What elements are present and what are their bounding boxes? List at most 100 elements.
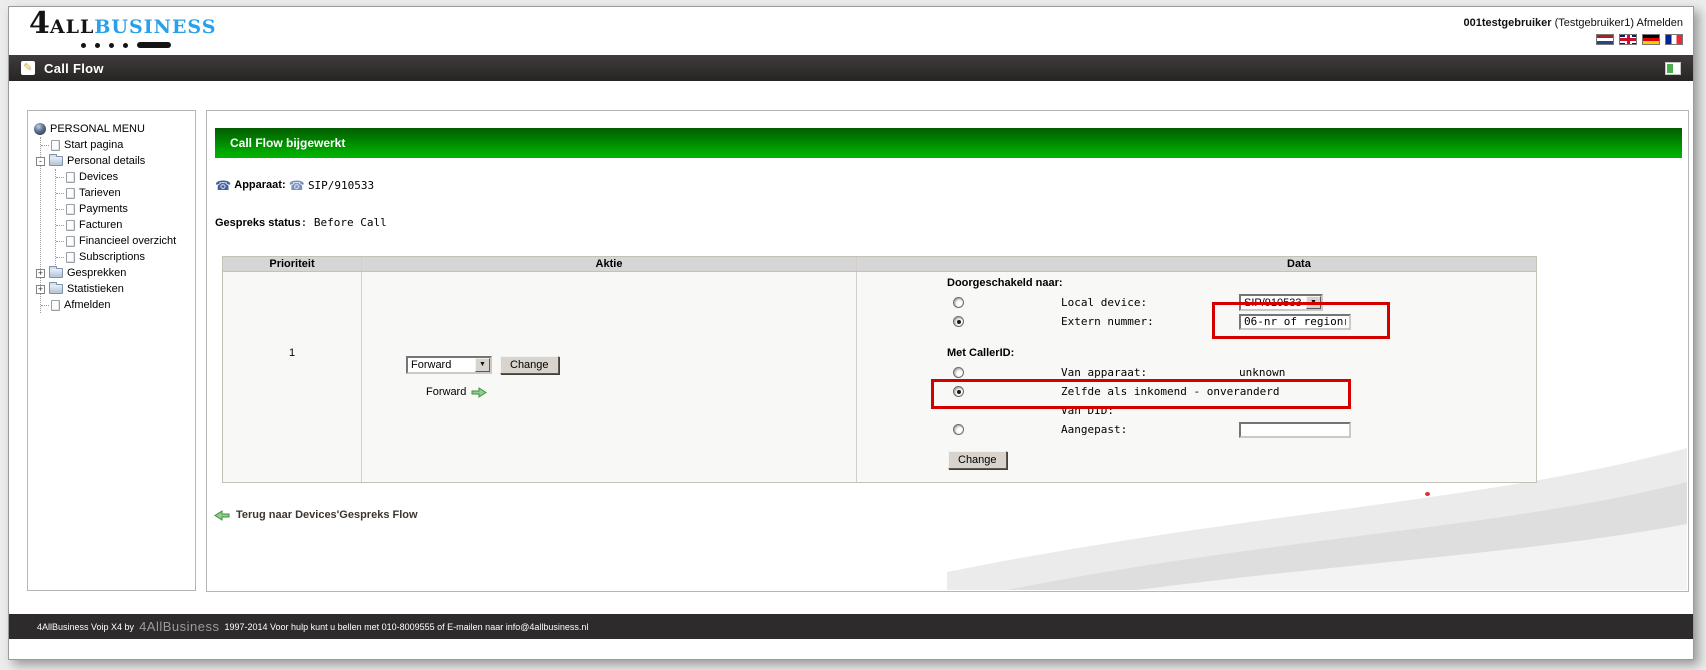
data-cell: Doorgeschakeld naar: Local device: SIP/9… [856, 272, 1536, 482]
custom-callerid-input[interactable] [1239, 422, 1351, 438]
logo-dot-icon [95, 43, 100, 48]
tree-connector [56, 193, 64, 194]
collapse-expander-icon[interactable] [36, 285, 45, 294]
page-icon [66, 204, 75, 215]
page-icon [51, 300, 60, 311]
tree-connector [56, 225, 64, 226]
custom-label: Aangepast: [1061, 423, 1239, 436]
sidebar-item-label[interactable]: Personal details [67, 155, 145, 167]
logo-wordmark: 4ALLBUSINESS [29, 9, 216, 39]
chevron-down-icon[interactable]: ▼ [1306, 296, 1321, 309]
action-select[interactable]: Forward ▼ [406, 356, 492, 374]
logout-link[interactable]: Afmelden [1637, 17, 1683, 29]
action-change-button[interactable]: Change [500, 356, 559, 374]
sidebar-item-tarieven[interactable]: Tarieven [56, 185, 195, 201]
logo-morse-decoration [81, 42, 216, 48]
sidebar-item-label[interactable]: Payments [79, 203, 128, 215]
page-icon [66, 188, 75, 199]
language-switcher [1596, 34, 1683, 45]
flag-gb-icon[interactable] [1619, 34, 1637, 45]
sidebar-item-label[interactable]: Subscriptions [79, 251, 145, 263]
content-area: PERSONAL MENU Start pagina Personal deta… [9, 81, 1693, 614]
local-device-select[interactable]: SIP/910533 ▼ [1239, 294, 1323, 311]
annotation-red-dot [1425, 492, 1430, 496]
green-arrow-left-icon [214, 510, 230, 521]
sidebar-item-label[interactable]: Statistieken [67, 283, 124, 295]
sidebar-item-start-pagina[interactable]: Start pagina [41, 137, 195, 153]
page-icon [66, 220, 75, 231]
chevron-down-icon[interactable]: ▼ [475, 358, 490, 372]
extern-number-label: Extern nummer: [1061, 315, 1239, 328]
success-banner: Call Flow bijgewerkt [215, 128, 1682, 158]
sidebar-item-personal-details[interactable]: Personal details [41, 153, 195, 169]
logo-dot-icon [81, 43, 86, 48]
from-device-radio[interactable] [953, 367, 964, 378]
priority-cell: 1 [223, 272, 361, 482]
logo-dot-icon [109, 43, 114, 48]
action-controls: Forward ▼ Change [406, 356, 900, 374]
device-value: SIP/910533 [308, 179, 374, 192]
extern-number-radio[interactable] [953, 316, 964, 327]
status-label: Gespreks status [215, 217, 301, 229]
sidebar-item-devices[interactable]: Devices [56, 169, 195, 185]
call-status-row: Gespreks status: Before Call [215, 216, 387, 229]
sidebar-item-label[interactable]: Afmelden [64, 299, 110, 311]
sidebar-item-financieel-overzicht[interactable]: Financieel overzicht [56, 233, 195, 249]
from-device-value: unknown [1239, 366, 1536, 379]
form-change-button[interactable]: Change [948, 451, 1007, 469]
action-flow-label[interactable]: Forward [426, 386, 466, 398]
local-device-label: Local device: [1061, 296, 1239, 309]
callerid-heading: Met CallerID: [947, 344, 1536, 363]
sidebar-item-personal-menu: PERSONAL MENU [34, 121, 195, 137]
sidebar-item-label[interactable]: Tarieven [79, 187, 121, 199]
company-logo: 4ALLBUSINESS [29, 9, 216, 48]
flag-de-icon[interactable] [1642, 34, 1660, 45]
sidebar-item-subscriptions[interactable]: Subscriptions [56, 249, 195, 265]
page-icon [66, 236, 75, 247]
back-to-devices-link[interactable]: Terug naar Devices'Gespreks Flow [214, 509, 418, 521]
status-value: : Before Call [301, 216, 387, 229]
page-icon [51, 140, 60, 151]
sidebar-item-label[interactable]: Facturen [79, 219, 122, 231]
column-header-prioriteit: Prioriteit [223, 257, 361, 271]
sidebar-item-facturen[interactable]: Facturen [56, 217, 195, 233]
tree-connector [41, 145, 49, 146]
sidebar-item-label[interactable]: Financieel overzicht [79, 235, 176, 247]
from-did-row: Van DID: [947, 401, 1536, 420]
forward-to-heading: Doorgeschakeld naar: [947, 274, 1536, 293]
phone-icon: ☎ [215, 179, 231, 192]
account-name: (Testgebruiker1) [1555, 17, 1634, 29]
flag-fr-icon[interactable] [1665, 34, 1683, 45]
from-did-label: Van DID: [1061, 404, 1239, 417]
flag-nl-icon[interactable] [1596, 34, 1614, 45]
panel-toggle-green [1667, 64, 1673, 73]
sidebar-item-statistieken[interactable]: Statistieken [41, 281, 195, 297]
sidebar-item-payments[interactable]: Payments [56, 201, 195, 217]
same-as-incoming-radio[interactable] [953, 386, 964, 397]
back-link-label[interactable]: Terug naar Devices'Gespreks Flow [236, 509, 418, 521]
top-header: 4ALLBUSINESS 001testgebruiker (Testgebru… [9, 7, 1693, 55]
tree-connector [56, 257, 64, 258]
sidebar-item-label[interactable]: Gesprekken [67, 267, 126, 279]
collapse-expander-icon[interactable] [36, 157, 45, 166]
device-row: ☎ Apparaat: ☎ SIP/910533 [215, 177, 374, 193]
sidebar-item-gesprekken[interactable]: Gesprekken [41, 265, 195, 281]
custom-row: Aangepast: [947, 420, 1536, 439]
username: 001testgebruiker [1463, 17, 1551, 29]
action-flow-link[interactable]: Forward [426, 386, 920, 398]
phone-icon: ☎ [289, 179, 305, 192]
extern-number-input[interactable] [1239, 314, 1351, 330]
table-row: 1 Forward ▼ Change Forward [223, 272, 1536, 482]
logo-all: ALL [50, 16, 94, 38]
logo-four: 4 [29, 6, 50, 41]
tree-connector [56, 209, 64, 210]
column-header-aktie: Aktie [361, 257, 856, 271]
custom-radio[interactable] [953, 424, 964, 435]
panel-toggle-icon[interactable] [1665, 62, 1681, 75]
sidebar-item-label[interactable]: Start pagina [64, 139, 123, 151]
sidebar-item-afmelden[interactable]: Afmelden [41, 297, 195, 313]
sidebar-item-label[interactable]: Devices [79, 171, 118, 183]
from-device-label: Van apparaat: [1061, 366, 1239, 379]
local-device-radio[interactable] [953, 297, 964, 308]
collapse-expander-icon[interactable] [36, 269, 45, 278]
